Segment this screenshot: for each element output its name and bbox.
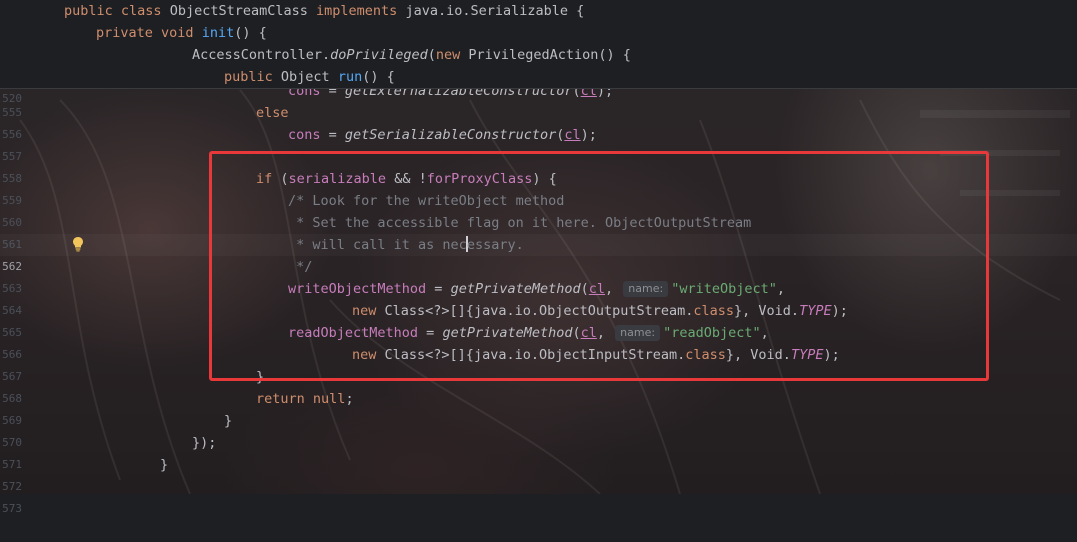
sticky-line[interactable]: 78 public class ObjectStreamClass implem…	[0, 0, 1077, 39]
lightbulb-icon[interactable]	[72, 236, 84, 252]
code-line[interactable]: 556 else	[0, 102, 1077, 141]
code-text: }	[224, 413, 233, 429]
code-text: cons = getSerializableConstructor(cl);	[288, 127, 597, 143]
code-text: return null;	[256, 391, 354, 407]
sticky-line[interactable]: 519 AccessController.doPrivileged(new Pr…	[0, 44, 1077, 83]
code-line[interactable]: 571 });	[0, 432, 1077, 471]
sticky-line[interactable]: 520 public Object run() {	[0, 66, 1077, 105]
code-line[interactable]: 572 }	[0, 454, 1077, 493]
code-text: public Object run() {	[224, 69, 395, 85]
code-line[interactable]: 573	[0, 476, 1077, 515]
code-text: });	[192, 435, 217, 451]
code-text: }	[160, 457, 169, 473]
code-text: public class ObjectStreamClass implement…	[64, 3, 585, 19]
code-line[interactable]: 569 return null;	[0, 388, 1077, 427]
code-line[interactable]: 570 }	[0, 410, 1077, 449]
sticky-line[interactable]: 430 private void init() {	[0, 22, 1077, 61]
code-line[interactable]: 557 cons = getSerializableConstructor(cl…	[0, 124, 1077, 163]
code-editor[interactable]: 78 public class ObjectStreamClass implem…	[0, 0, 1077, 515]
code-text: AccessController.doPrivileged(new Privil…	[192, 47, 631, 63]
highlight-box	[209, 151, 989, 381]
code-text: else	[256, 105, 289, 121]
code-text: private void init() {	[96, 25, 267, 41]
line-number: 573	[2, 502, 22, 515]
line-number: 520	[2, 92, 22, 105]
